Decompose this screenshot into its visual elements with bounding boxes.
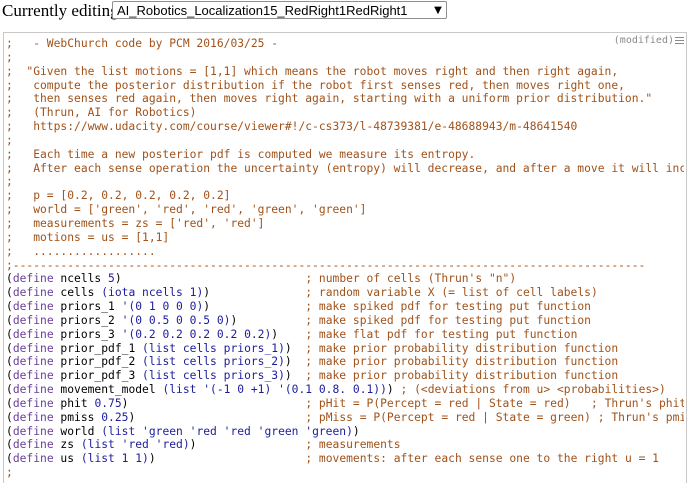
define-name: prior_pdf_3: [53, 369, 143, 383]
code-editor[interactable]: (modified) ; - WebChurch code by PCM 201…: [3, 32, 687, 483]
define-expr: 5: [108, 272, 115, 286]
define-keyword: define: [12, 355, 54, 369]
define-name: prior_pdf_2: [53, 355, 143, 369]
define-line: (define prior_pdf_2 (list cells priors_2…: [6, 355, 619, 369]
code-text[interactable]: ; - WebChurch code by PCM 2016/03/25 -;;…: [6, 37, 684, 480]
define-line: (define zs (list 'red 'red)) ; measureme…: [6, 438, 401, 452]
define-comment: ; movements: after each sense one to the…: [305, 452, 659, 466]
define-line: (define prior_pdf_1 (list cells priors_1…: [6, 341, 619, 355]
trailing-comment-line: ;: [6, 466, 13, 480]
comment-line: ; motions = us = [1,1]: [6, 230, 170, 244]
define-name: us: [53, 452, 81, 466]
comment-line: ; "Given the list motions = [1,1] which …: [6, 64, 619, 78]
define-line: (define phit 0.75) ; pHit = P(Percept = …: [6, 397, 684, 411]
define-comment: ; pMiss = P(Percept = red | State = gree…: [305, 410, 684, 424]
define-comment: ; make flat pdf for testing put function: [305, 327, 578, 341]
comment-line: ;: [6, 175, 13, 189]
define-line: (define prior_pdf_3 (list cells priors_3…: [6, 369, 619, 383]
define-comment: ; make spiked pdf for testing put functi…: [305, 313, 591, 327]
define-expr: 0.75: [94, 396, 122, 410]
define-keyword: define: [12, 286, 54, 300]
define-expr: (list 'green 'red 'red 'green 'green): [101, 424, 353, 438]
define-expr: (list cells priors_2): [142, 355, 285, 369]
currently-editing-label: Currently editing:: [2, 1, 124, 20]
comment-line: ; After each sense operation the uncerta…: [6, 161, 684, 175]
define-comment: ; make prior probability distribution fu…: [305, 341, 619, 355]
define-line: (define priors_2 '(0 0.5 0 0.5 0)) ; mak…: [6, 313, 591, 327]
chevron-down-icon[interactable]: ▼: [430, 5, 446, 16]
define-keyword: define: [12, 383, 54, 397]
define-comment: ; make prior probability distribution fu…: [305, 355, 619, 369]
define-expr: (list 1 1): [80, 452, 149, 466]
define-expr: '(0.2 0.2 0.2 0.2 0.2): [121, 327, 272, 341]
define-line: (define us (list 1 1)) ; movements: afte…: [6, 452, 659, 466]
comment-line: ;---------------------------------------…: [6, 258, 646, 272]
define-name: priors_3: [53, 327, 122, 341]
define-keyword: define: [12, 424, 54, 438]
define-name: movement_model: [53, 383, 163, 397]
define-expr: (list cells priors_1): [142, 341, 285, 355]
define-keyword: define: [12, 300, 54, 314]
define-line: (define cells (iota ncells 1)) ; random …: [6, 286, 598, 300]
define-name: priors_1: [53, 300, 122, 314]
comment-line: ; compute the posterior distribution if …: [6, 78, 625, 92]
define-keyword: define: [12, 410, 54, 424]
define-comment: ; measurements: [305, 438, 401, 452]
define-keyword: define: [12, 272, 54, 286]
define-comment: ; number of cells (Thrun's "n"): [305, 272, 517, 286]
define-comment: ; make spiked pdf for testing put functi…: [305, 300, 591, 314]
define-name: zs: [53, 438, 81, 452]
define-name: prior_pdf_1: [53, 341, 143, 355]
define-name: cells: [53, 286, 102, 300]
define-line: (define world (list 'green 'red 'red 'gr…: [6, 424, 360, 438]
define-expr: 0.25: [101, 410, 129, 424]
define-line: (define priors_3 '(0.2 0.2 0.2 0.2 0.2))…: [6, 327, 578, 341]
define-comment: ; make prior probability distribution fu…: [305, 369, 619, 383]
define-keyword: define: [12, 438, 54, 452]
comment-line: ; measurements = zs = ['red', 'red']: [6, 216, 265, 230]
define-keyword: define: [12, 341, 54, 355]
comment-line: ; world = ['green', 'red', 'red', 'green…: [6, 203, 367, 217]
define-line: (define ncells 5) ; number of cells (Thr…: [6, 272, 517, 286]
define-comment: ; pHit = P(Percept = red | State = red) …: [305, 396, 684, 410]
define-expr: (list cells priors_3): [142, 369, 285, 383]
comment-line: ; Each time a new posterior pdf is compu…: [6, 147, 476, 161]
comment-line: ;: [6, 133, 13, 147]
define-keyword: define: [12, 313, 54, 327]
define-line: (define movement_model (list '(-1 0 +1) …: [6, 383, 666, 397]
comment-line: ; https://www.udacity.com/course/viewer#…: [6, 120, 578, 134]
define-keyword: define: [12, 396, 54, 410]
comment-line: ;: [6, 50, 13, 64]
comment-line: ; ..................: [6, 244, 156, 258]
file-select[interactable]: AI_Robotics_Localization15_RedRight1RedR…: [112, 1, 447, 19]
comment-line: ; p = [0.2, 0.2, 0.2, 0.2, 0.2]: [6, 189, 231, 203]
file-select-value: AI_Robotics_Localization15_RedRight1RedR…: [117, 2, 408, 18]
comment-line: ; (Thrun, AI for Robotics): [6, 106, 197, 120]
define-keyword: define: [12, 452, 54, 466]
define-name: ncells: [53, 272, 109, 286]
define-expr: (iota ncells 1): [101, 286, 204, 300]
define-expr: (list '(-1 0 +1) '(0.1 0.8. 0.1)): [162, 383, 387, 397]
define-comment: ; (<deviations from u> <probabilities>): [400, 383, 666, 397]
define-name: pmiss: [53, 410, 102, 424]
define-name: priors_2: [53, 313, 122, 327]
comment-line: ; then senses red again, then moves righ…: [6, 92, 653, 106]
define-line: (define pmiss 0.25) ; pMiss = P(Percept …: [6, 411, 684, 425]
define-keyword: define: [12, 369, 54, 383]
define-comment: ; random variable X (= list of cell labe…: [305, 286, 598, 300]
define-expr: (list 'red 'red): [80, 438, 190, 452]
define-expr: '(0 0.5 0 0.5 0): [121, 313, 231, 327]
define-line: (define priors_1 '(0 1 0 0 0)) ; make sp…: [6, 300, 591, 314]
define-name: phit: [53, 396, 95, 410]
define-keyword: define: [12, 327, 54, 341]
define-name: world: [53, 424, 102, 438]
comment-line: ; - WebChurch code by PCM 2016/03/25 -: [6, 37, 279, 50]
define-expr: '(0 1 0 0 0): [121, 300, 204, 314]
